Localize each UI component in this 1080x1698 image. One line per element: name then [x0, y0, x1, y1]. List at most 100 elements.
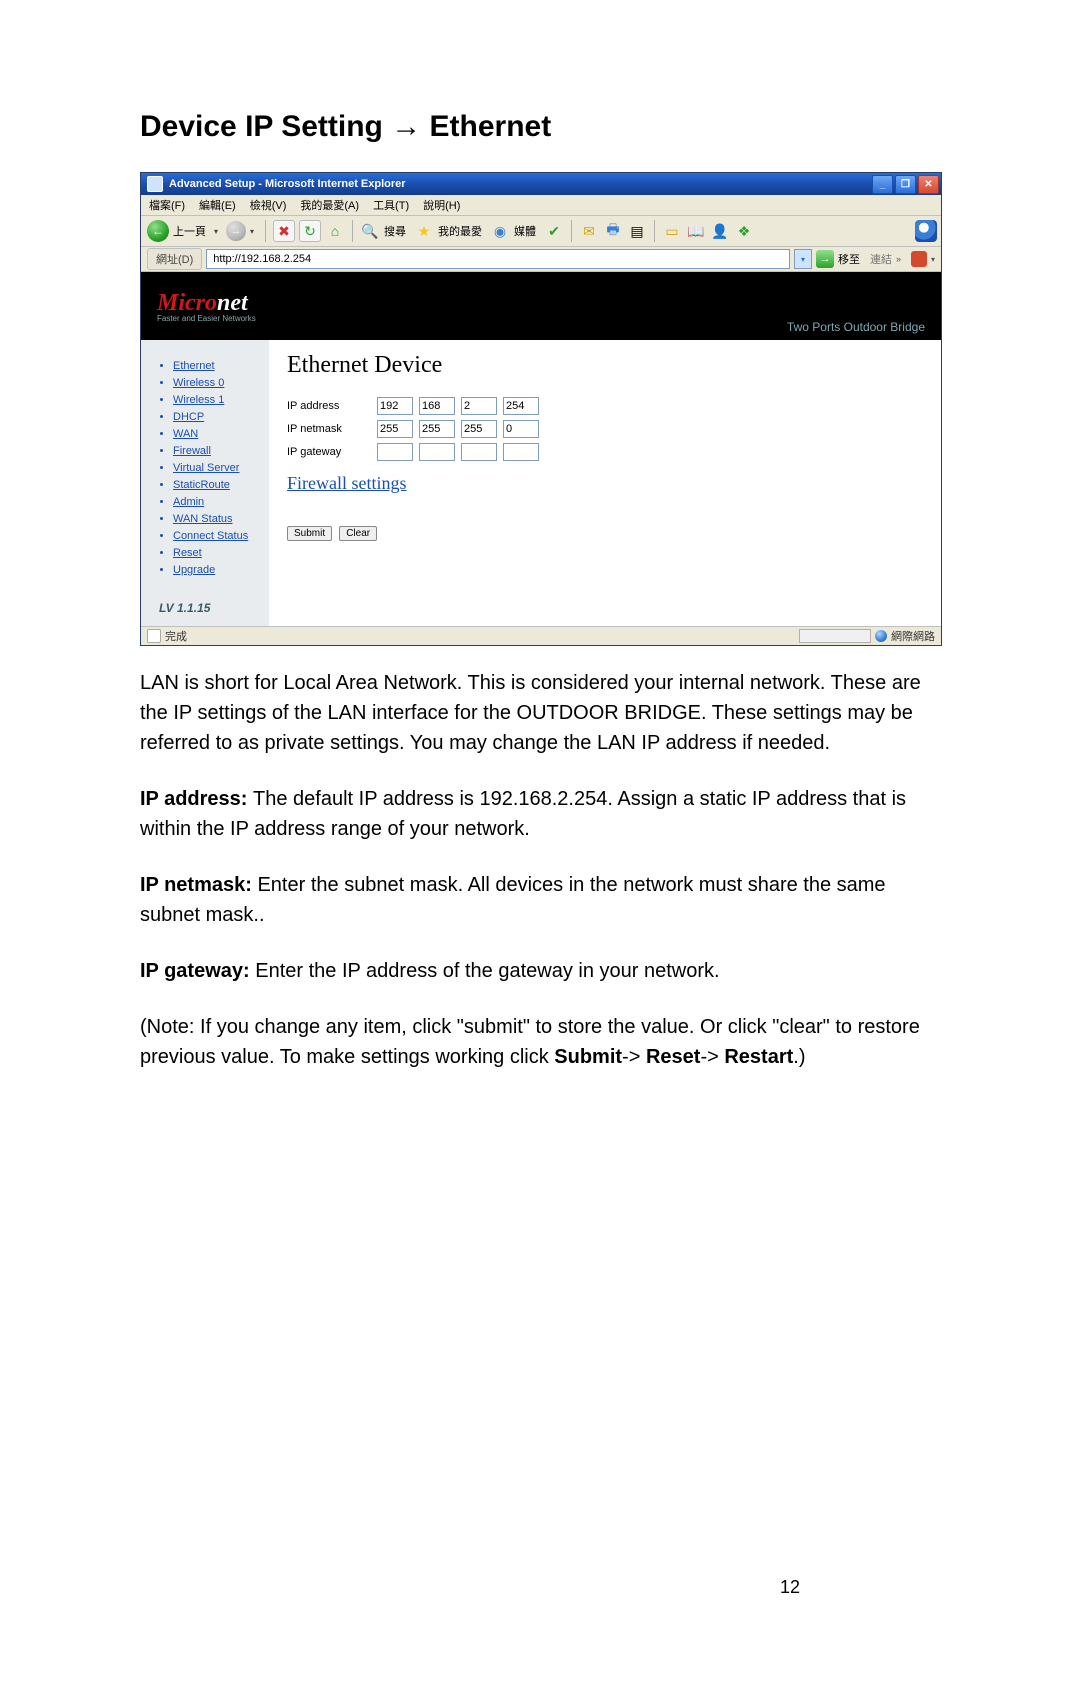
mask-octet-1[interactable]: 255 [377, 420, 413, 438]
home-icon[interactable]: ⌂ [325, 221, 345, 241]
mask-octet-2[interactable]: 255 [419, 420, 455, 438]
links-label[interactable]: 連結 [870, 251, 892, 267]
nav-firewall[interactable]: Firewall [173, 443, 259, 460]
snagit-icon[interactable] [911, 251, 927, 267]
row-ip-netmask: IP netmask 255 255 255 0 [287, 420, 923, 438]
ip-netmask-paragraph: IP netmask: Enter the subnet mask. All d… [140, 870, 940, 930]
research-icon[interactable]: 📖 [686, 221, 706, 241]
intro-paragraph: LAN is short for Local Area Network. Thi… [140, 668, 940, 758]
nav-reset[interactable]: Reset [173, 545, 259, 562]
search-label: 搜尋 [384, 223, 406, 239]
gw-octet-1[interactable] [377, 443, 413, 461]
mask-octet-4[interactable]: 0 [503, 420, 539, 438]
ip-octet-3[interactable]: 2 [461, 397, 497, 415]
status-bar: 完成 網際網路 [141, 626, 941, 645]
gw-octet-3[interactable] [461, 443, 497, 461]
nav-dhcp[interactable]: DHCP [173, 409, 259, 426]
window-title: Advanced Setup - Microsoft Internet Expl… [169, 178, 406, 190]
submit-button[interactable]: Submit [287, 526, 332, 541]
discuss-icon[interactable]: ▭ [662, 221, 682, 241]
nav-wireless-1[interactable]: Wireless 1 [173, 392, 259, 409]
ip-octet-1[interactable]: 192 [377, 397, 413, 415]
ie-window: Advanced Setup - Microsoft Internet Expl… [140, 172, 942, 646]
address-input[interactable]: http://192.168.2.254 [206, 249, 790, 269]
address-dropdown-icon[interactable]: ▾ [794, 249, 812, 269]
media-label: 媒體 [514, 223, 536, 239]
menu-view[interactable]: 檢視(V) [250, 197, 287, 213]
snagit-dropdown-icon[interactable]: ▾ [931, 255, 935, 264]
ip-octet-2[interactable]: 168 [419, 397, 455, 415]
ie-page-icon [147, 176, 163, 192]
row-ip-address: IP address 192 168 2 254 [287, 397, 923, 415]
status-text: 完成 [165, 628, 187, 644]
firmware-version: LV 1.1.15 [159, 601, 259, 615]
zone-text: 網際網路 [891, 628, 935, 644]
close-button[interactable]: ✕ [918, 175, 939, 194]
mask-octet-3[interactable]: 255 [461, 420, 497, 438]
document-body: LAN is short for Local Area Network. Thi… [140, 668, 940, 1072]
clear-button[interactable]: Clear [339, 526, 377, 541]
nav-ethernet[interactable]: Ethernet [173, 358, 259, 375]
forward-button[interactable]: → [226, 221, 246, 241]
ip-gateway-paragraph: IP gateway: Enter the IP address of the … [140, 956, 940, 986]
toolbar-separator [352, 220, 353, 242]
address-url: http://192.168.2.254 [213, 253, 311, 265]
menu-help[interactable]: 說明(H) [423, 197, 460, 213]
nav-wan[interactable]: WAN [173, 426, 259, 443]
brand-header: Micronet Faster and Easier Networks Two … [141, 272, 941, 340]
back-dropdown-icon[interactable]: ▾ [214, 227, 218, 236]
minimize-button[interactable]: _ [872, 175, 893, 194]
ie-throbber-icon [915, 220, 937, 242]
favorites-label: 我的最愛 [438, 223, 482, 239]
toolbar-separator [654, 220, 655, 242]
nav-wireless-0[interactable]: Wireless 0 [173, 375, 259, 392]
maximize-button[interactable]: ❐ [895, 175, 916, 194]
toolbar-separator [265, 220, 266, 242]
nav-virtual-server[interactable]: Virtual Server [173, 460, 259, 477]
edit-icon[interactable]: ▤ [627, 221, 647, 241]
ip-netmask-label: IP netmask [287, 423, 377, 435]
main-content: Ethernet Device IP address 192 168 2 254… [269, 340, 941, 630]
extra-tool-icon[interactable]: ❖ [734, 221, 754, 241]
nav-admin[interactable]: Admin [173, 494, 259, 511]
nav-connect-status[interactable]: Connect Status [173, 528, 259, 545]
ip-octet-4[interactable]: 254 [503, 397, 539, 415]
brand-logo: Micronet [157, 290, 256, 317]
firewall-settings-link[interactable]: Firewall settings [287, 473, 923, 494]
page-number: 12 [780, 1577, 800, 1598]
ip-address-paragraph: IP address: The default IP address is 19… [140, 784, 940, 844]
links-expand-icon[interactable]: » [896, 254, 901, 264]
refresh-icon[interactable]: ↻ [299, 220, 321, 242]
internet-zone-icon [875, 630, 887, 642]
note-paragraph: (Note: If you change any item, click "su… [140, 1012, 940, 1072]
device-model-label: Two Ports Outdoor Bridge [787, 320, 925, 334]
media-icon[interactable]: ◉ [490, 221, 510, 241]
menu-fav[interactable]: 我的最愛(A) [300, 197, 359, 213]
toolbar: ← 上一頁 ▾ → ▾ ✖ ↻ ⌂ 🔍 搜尋 ★ 我的最愛 ◉ 媒體 ✔ ✉ 🖶… [141, 216, 941, 247]
gw-octet-2[interactable] [419, 443, 455, 461]
address-bar: 網址(D) http://192.168.2.254 ▾ → 移至 連結 » ▾ [141, 247, 941, 272]
back-button[interactable]: ← [147, 220, 169, 242]
go-button[interactable]: → [816, 250, 834, 268]
section-title: Ethernet Device [287, 352, 923, 379]
row-ip-gateway: IP gateway [287, 443, 923, 461]
nav-upgrade[interactable]: Upgrade [173, 562, 259, 579]
ip-gateway-label: IP gateway [287, 446, 377, 458]
search-icon[interactable]: 🔍 [360, 221, 380, 241]
forward-dropdown-icon[interactable]: ▾ [250, 227, 254, 236]
menu-file[interactable]: 檔案(F) [149, 197, 185, 213]
messenger-icon[interactable]: 👤 [710, 221, 730, 241]
menu-tools[interactable]: 工具(T) [373, 197, 409, 213]
stop-icon[interactable]: ✖ [273, 220, 295, 242]
gw-octet-4[interactable] [503, 443, 539, 461]
nav-static-route[interactable]: StaticRoute [173, 477, 259, 494]
favorites-icon[interactable]: ★ [414, 221, 434, 241]
print-icon[interactable]: 🖶 [603, 221, 623, 241]
page-heading: Device IP Setting → Ethernet [140, 110, 940, 144]
brand-tagline: Faster and Easier Networks [157, 314, 256, 323]
nav-wan-status[interactable]: WAN Status [173, 511, 259, 528]
menu-bar: 檔案(F) 編輯(E) 檢視(V) 我的最愛(A) 工具(T) 說明(H) [141, 195, 941, 216]
menu-edit[interactable]: 編輯(E) [199, 197, 236, 213]
history-icon[interactable]: ✔ [544, 221, 564, 241]
mail-icon[interactable]: ✉ [579, 221, 599, 241]
